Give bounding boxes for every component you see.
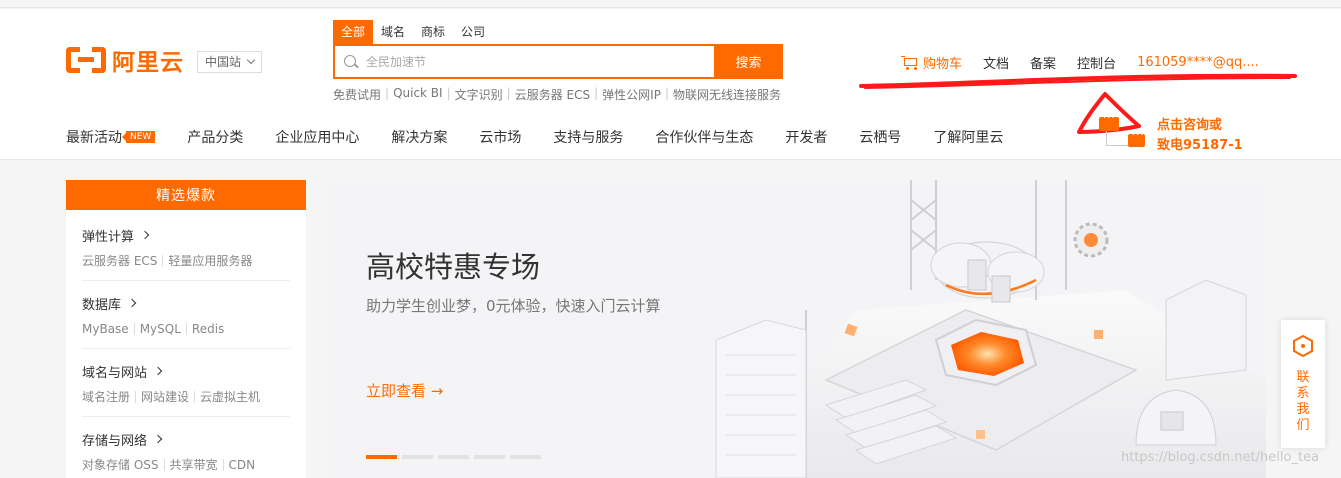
top-strip: [0, 0, 1341, 8]
search-tab-trademark[interactable]: 商标: [413, 20, 453, 44]
nav-item-yunqi[interactable]: 云栖号: [859, 127, 901, 147]
arrow-right-icon: →: [430, 382, 444, 400]
search-tabs: 全部 域名 商标 公司: [333, 20, 493, 44]
search-icon: [344, 54, 358, 69]
menu-section-title[interactable]: 存储与网络: [82, 429, 290, 449]
banner-cta-link[interactable]: 立即查看 →: [366, 380, 443, 401]
consult-text[interactable]: 点击咨询或 致电95187-1: [1157, 116, 1243, 156]
nav-item-enterprise-apps[interactable]: 企业应用中心: [275, 127, 359, 147]
region-selector[interactable]: 中国站: [197, 51, 263, 73]
chevron-right-icon: [140, 230, 150, 240]
hot-word[interactable]: Quick BI: [389, 86, 447, 103]
search-input[interactable]: [366, 54, 706, 69]
hot-word[interactable]: 弹性公网IP: [598, 86, 665, 103]
carousel-dot[interactable]: [366, 455, 397, 459]
main-nav: 最新活动 NEW 产品分类 企业应用中心 解决方案 云市场 支持与服务 合作伙伴…: [66, 127, 1035, 147]
nav-item-label: 最新活动: [66, 130, 122, 146]
menu-section-title[interactable]: 数据库: [82, 293, 290, 313]
menu-section-items: MyBase MySQL Redis: [82, 321, 290, 337]
contact-us-label: 联系我们: [1296, 370, 1310, 433]
featured-menu: 精选爆款 弹性计算 云服务器 ECS 轻量应用服务器 数据库 MyBase My…: [66, 180, 306, 478]
menu-section-compute: 弹性计算 云服务器 ECS 轻量应用服务器: [66, 225, 306, 269]
menu-link[interactable]: CDN: [222, 459, 261, 471]
menu-link[interactable]: 云服务器 ECS: [82, 255, 162, 267]
menu-section-items: 域名注册 网站建设 云虚拟主机: [82, 389, 290, 405]
menu-link[interactable]: 域名注册: [82, 391, 135, 403]
aliyun-logo-icon: [66, 47, 106, 73]
divider: [82, 348, 290, 349]
nav-item-solutions[interactable]: 解决方案: [391, 127, 447, 147]
search-tab-all[interactable]: 全部: [333, 20, 374, 44]
nav-item-latest[interactable]: 最新活动 NEW: [66, 127, 156, 147]
menu-link[interactable]: Redis: [185, 323, 229, 335]
logo-text: 阿里云: [112, 50, 184, 76]
hexagon-icon: [1293, 334, 1313, 358]
search-button[interactable]: 搜索: [714, 44, 783, 79]
hot-word[interactable]: 物联网无线连接服务: [669, 86, 785, 103]
nav-item-marketplace[interactable]: 云市场: [479, 127, 521, 147]
banner-cta-label: 立即查看: [366, 382, 427, 400]
menu-link[interactable]: MySQL: [133, 323, 186, 335]
menu-section-items: 对象存储 OSS 共享带宽 CDN: [82, 457, 290, 473]
nav-item-products[interactable]: 产品分类: [187, 127, 243, 147]
menu-section-database: 数据库 MyBase MySQL Redis: [66, 293, 306, 337]
hero-banner[interactable]: 高校特惠专场 助力学生创业梦，0元体验，快速入门云计算 立即查看 →: [326, 180, 1266, 478]
hot-word[interactable]: 云服务器 ECS: [511, 86, 594, 103]
banner-subtitle: 助力学生创业梦，0元体验，快速入门云计算: [366, 297, 661, 315]
banner-title: 高校特惠专场: [366, 250, 541, 284]
menu-section-title[interactable]: 弹性计算: [82, 225, 290, 245]
menu-link[interactable]: 对象存储 OSS: [82, 459, 164, 471]
featured-menu-title: 精选爆款: [66, 180, 306, 210]
menu-link[interactable]: 网站建设: [135, 391, 194, 403]
menu-link[interactable]: MyBase: [82, 323, 134, 335]
carousel-dot[interactable]: [438, 455, 469, 459]
hot-search-words: 免费试用 | Quick BI | 文字识别 | 云服务器 ECS | 弹性公网IP | …: [333, 86, 785, 103]
carousel-dot[interactable]: [474, 455, 505, 459]
carousel-dot[interactable]: [510, 455, 541, 459]
divider: [82, 416, 290, 417]
hot-word[interactable]: 文字识别: [451, 86, 507, 103]
hot-word[interactable]: 免费试用: [333, 86, 385, 103]
menu-link[interactable]: 轻量应用服务器: [162, 255, 257, 267]
menu-section-storage: 存储与网络 对象存储 OSS 共享带宽 CDN: [66, 429, 306, 473]
menu-section-domain: 域名与网站 域名注册 网站建设 云虚拟主机: [66, 361, 306, 405]
chat-bubble-icon[interactable]: [1099, 113, 1119, 131]
menu-section-items: 云服务器 ECS 轻量应用服务器: [82, 253, 290, 269]
nav-item-about[interactable]: 了解阿里云: [933, 127, 1003, 147]
carousel-dot[interactable]: [402, 455, 433, 459]
consult-line2: 致电95187-1: [1157, 138, 1243, 153]
region-label: 中国站: [205, 55, 242, 69]
new-badge: NEW: [121, 131, 156, 143]
nav-item-developers[interactable]: 开发者: [785, 127, 827, 147]
menu-link[interactable]: 共享带宽: [163, 459, 223, 471]
menu-section-title[interactable]: 域名与网站: [82, 361, 290, 381]
aliyun-logo[interactable]: 阿里云: [66, 43, 184, 77]
chevron-right-icon: [153, 366, 163, 376]
chevron-down-icon: [246, 55, 256, 65]
search-tab-company[interactable]: 公司: [453, 20, 493, 44]
watermark: https://blog.csdn.net/hello_tea: [1121, 450, 1320, 465]
search-box: [333, 44, 715, 79]
search-tab-domain[interactable]: 域名: [373, 20, 413, 44]
nav-item-partners[interactable]: 合作伙伴与生态: [655, 127, 753, 147]
divider: [82, 280, 290, 281]
consult-line1: 点击咨询或: [1157, 118, 1223, 133]
nav-item-support[interactable]: 支持与服务: [553, 127, 623, 147]
cloud-city-illustration: [715, 180, 1266, 478]
menu-link[interactable]: 云虚拟主机: [194, 391, 265, 403]
contact-us-button[interactable]: 联系我们: [1281, 320, 1325, 448]
chevron-right-icon: [153, 434, 163, 444]
chevron-right-icon: [127, 298, 137, 308]
chat-bubble-icon[interactable]: [1128, 130, 1145, 147]
carousel-dots: [366, 455, 541, 459]
